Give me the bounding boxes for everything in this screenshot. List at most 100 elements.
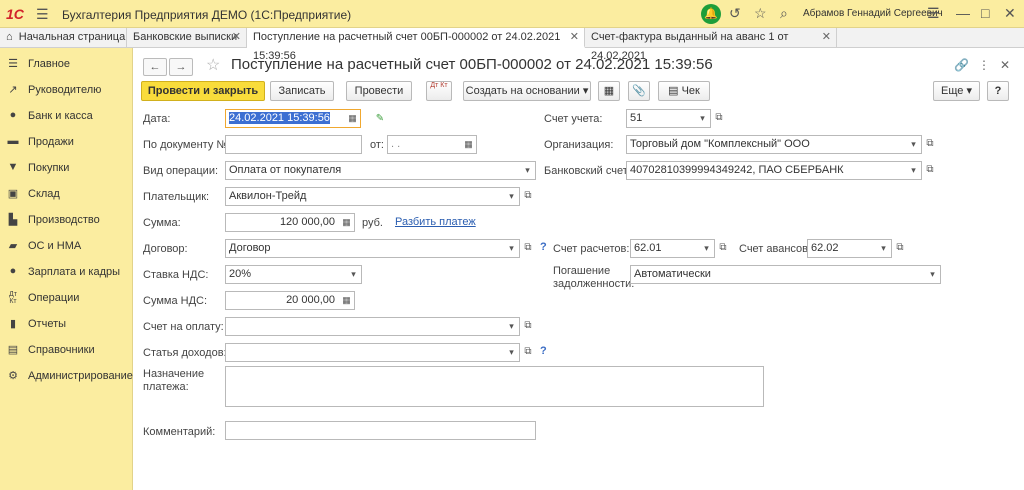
payment-purpose-field[interactable]: [225, 366, 764, 407]
open-icon[interactable]: ⧉: [520, 343, 536, 362]
chevron-down-icon[interactable]: ▾: [504, 239, 520, 258]
main-menu-icon[interactable]: ☰: [36, 6, 49, 23]
post-and-close-button[interactable]: Провести и закрыть: [141, 81, 265, 101]
history-icon[interactable]: ↺: [729, 5, 741, 22]
open-icon[interactable]: ⧉: [922, 135, 938, 154]
invoice-field[interactable]: [225, 317, 505, 336]
sections-sidebar: ☰ Главное ↗ Руководителю ● Банк и касса ▬ Пр…: [0, 48, 133, 490]
edit-date-icon[interactable]: ✎: [372, 110, 388, 129]
sidebar-item-operations[interactable]: Дт Кт Операции: [0, 286, 133, 312]
sidebar-item-directories[interactable]: ▤ Справочники: [0, 338, 133, 364]
account-field[interactable]: 51: [626, 109, 696, 128]
open-icon[interactable]: ⧉: [520, 187, 536, 206]
open-icon[interactable]: ⧉: [715, 239, 731, 258]
back-button[interactable]: ←: [143, 58, 167, 76]
cart-icon: ▬: [7, 135, 19, 147]
operation-type-field[interactable]: Оплата от покупателя: [225, 161, 521, 180]
tab-receipt-document[interactable]: Поступление на расчетный счет 00БП-00000…: [247, 28, 585, 62]
sidebar-item-sales[interactable]: ▬ Продажи: [0, 130, 133, 156]
tab-label: Банковские выписки: [133, 31, 238, 43]
debt-repayment-field[interactable]: Автоматически: [630, 265, 926, 284]
chevron-down-icon[interactable]: ▾: [699, 239, 715, 258]
help-question-icon[interactable]: ?: [540, 345, 547, 357]
chevron-down-icon[interactable]: ▾: [504, 187, 520, 206]
attach-icon[interactable]: 📎: [628, 81, 650, 101]
dt-kt-button[interactable]: Дт Кт: [426, 81, 452, 101]
comment-field[interactable]: [225, 421, 536, 440]
sidebar-item-main[interactable]: ☰ Главное: [0, 52, 133, 78]
help-question-icon[interactable]: ?: [540, 241, 547, 253]
sidebar-item-label: Отчеты: [28, 318, 67, 330]
calculator-icon[interactable]: ▦: [339, 291, 355, 310]
maximize-icon[interactable]: □: [981, 5, 989, 21]
chevron-down-icon[interactable]: ▾: [695, 109, 711, 128]
more-actions-icon[interactable]: ⋮: [978, 58, 990, 72]
sidebar-item-label: Продажи: [28, 136, 74, 148]
favorite-star-icon[interactable]: ☆: [206, 55, 220, 75]
link-icon[interactable]: 🔗: [954, 58, 969, 72]
tab-home[interactable]: ⌂ Начальная страница: [0, 28, 127, 48]
favorites-star-icon[interactable]: ☆: [754, 5, 767, 22]
from-date-field[interactable]: . .: [387, 135, 462, 154]
structure-icon[interactable]: ▦: [598, 81, 620, 101]
open-icon[interactable]: ⧉: [520, 239, 536, 258]
search-icon[interactable]: ⌕: [780, 5, 788, 22]
sidebar-item-admin[interactable]: ⚙ Администрирование: [0, 364, 133, 390]
settlement-account-field[interactable]: 62.01: [630, 239, 700, 258]
chevron-down-icon[interactable]: ▾: [504, 317, 520, 336]
chevron-down-icon[interactable]: ▾: [876, 239, 892, 258]
create-based-on-button[interactable]: Создать на основании ▾: [463, 81, 591, 101]
sidebar-item-purchases[interactable]: ▼ Покупки: [0, 156, 133, 182]
contract-label: Договор:: [143, 243, 188, 255]
open-icon[interactable]: ⧉: [892, 239, 908, 258]
more-button[interactable]: Еще ▾: [933, 81, 980, 101]
chevron-down-icon[interactable]: ▾: [346, 265, 362, 284]
organization-field[interactable]: Торговый дом "Комплексный" ООО: [626, 135, 907, 154]
chevron-down-icon[interactable]: ▾: [906, 161, 922, 180]
vat-rate-field[interactable]: 20%: [225, 265, 347, 284]
sidebar-item-warehouse[interactable]: ▣ Склад: [0, 182, 133, 208]
sidebar-item-assets[interactable]: ▰ ОС и НМА: [0, 234, 133, 260]
save-button[interactable]: Записать: [270, 81, 334, 101]
close-tab-icon[interactable]: ✕: [232, 28, 241, 47]
calculator-icon[interactable]: ▦: [339, 213, 355, 232]
close-document-icon[interactable]: ✕: [1000, 58, 1010, 72]
sidebar-item-management[interactable]: ↗ Руководителю: [0, 78, 133, 104]
date-field[interactable]: 24.02.2021 15:39:56: [225, 109, 346, 128]
close-tab-icon[interactable]: ✕: [570, 28, 579, 47]
chevron-down-icon[interactable]: ▾: [520, 161, 536, 180]
vat-sum-field[interactable]: 20 000,00: [225, 291, 340, 310]
advance-account-field[interactable]: 62.02: [807, 239, 877, 258]
sum-field[interactable]: 120 000,00: [225, 213, 340, 232]
calendar-icon[interactable]: ▦: [345, 109, 361, 128]
notification-bell-icon[interactable]: 🔔: [701, 4, 721, 24]
sidebar-item-bank[interactable]: ● Банк и касса: [0, 104, 133, 130]
doc-number-field[interactable]: [225, 135, 362, 154]
close-tab-icon[interactable]: ✕: [822, 28, 831, 47]
contract-field[interactable]: Договор: [225, 239, 505, 258]
minimize-icon[interactable]: —: [956, 5, 970, 21]
calendar-icon[interactable]: ▦: [461, 135, 477, 154]
split-payment-link[interactable]: Разбить платеж: [395, 216, 476, 228]
settings-menu-icon[interactable]: ☰: [927, 5, 940, 22]
payer-field[interactable]: Аквилон-Трейд: [225, 187, 505, 206]
close-window-icon[interactable]: ✕: [1004, 5, 1016, 22]
chevron-down-icon[interactable]: ▾: [906, 135, 922, 154]
tab-bank-statements[interactable]: Банковские выписки ✕: [127, 28, 247, 48]
sidebar-item-production[interactable]: ▙ Производство: [0, 208, 133, 234]
forward-button[interactable]: →: [169, 58, 193, 76]
chevron-down-icon[interactable]: ▾: [504, 343, 520, 362]
open-icon[interactable]: ⧉: [520, 317, 536, 336]
user-name[interactable]: Абрамов Геннадий Сергеевич: [803, 8, 943, 19]
receipt-button[interactable]: ▤ Чек: [658, 81, 710, 101]
open-icon[interactable]: ⧉: [711, 109, 727, 128]
chevron-down-icon[interactable]: ▾: [925, 265, 941, 284]
tab-invoice[interactable]: Счет-фактура выданный на аванс 1 от 24.0…: [585, 28, 837, 62]
sidebar-item-salary[interactable]: ● Зарплата и кадры: [0, 260, 133, 286]
post-button[interactable]: Провести: [346, 81, 412, 101]
help-button[interactable]: ?: [987, 81, 1009, 101]
sidebar-item-reports[interactable]: ▮ Отчеты: [0, 312, 133, 338]
bank-account-field[interactable]: 40702810399994349242, ПАО СБЕРБАНК: [626, 161, 907, 180]
income-item-field[interactable]: [225, 343, 505, 362]
open-icon[interactable]: ⧉: [922, 161, 938, 180]
